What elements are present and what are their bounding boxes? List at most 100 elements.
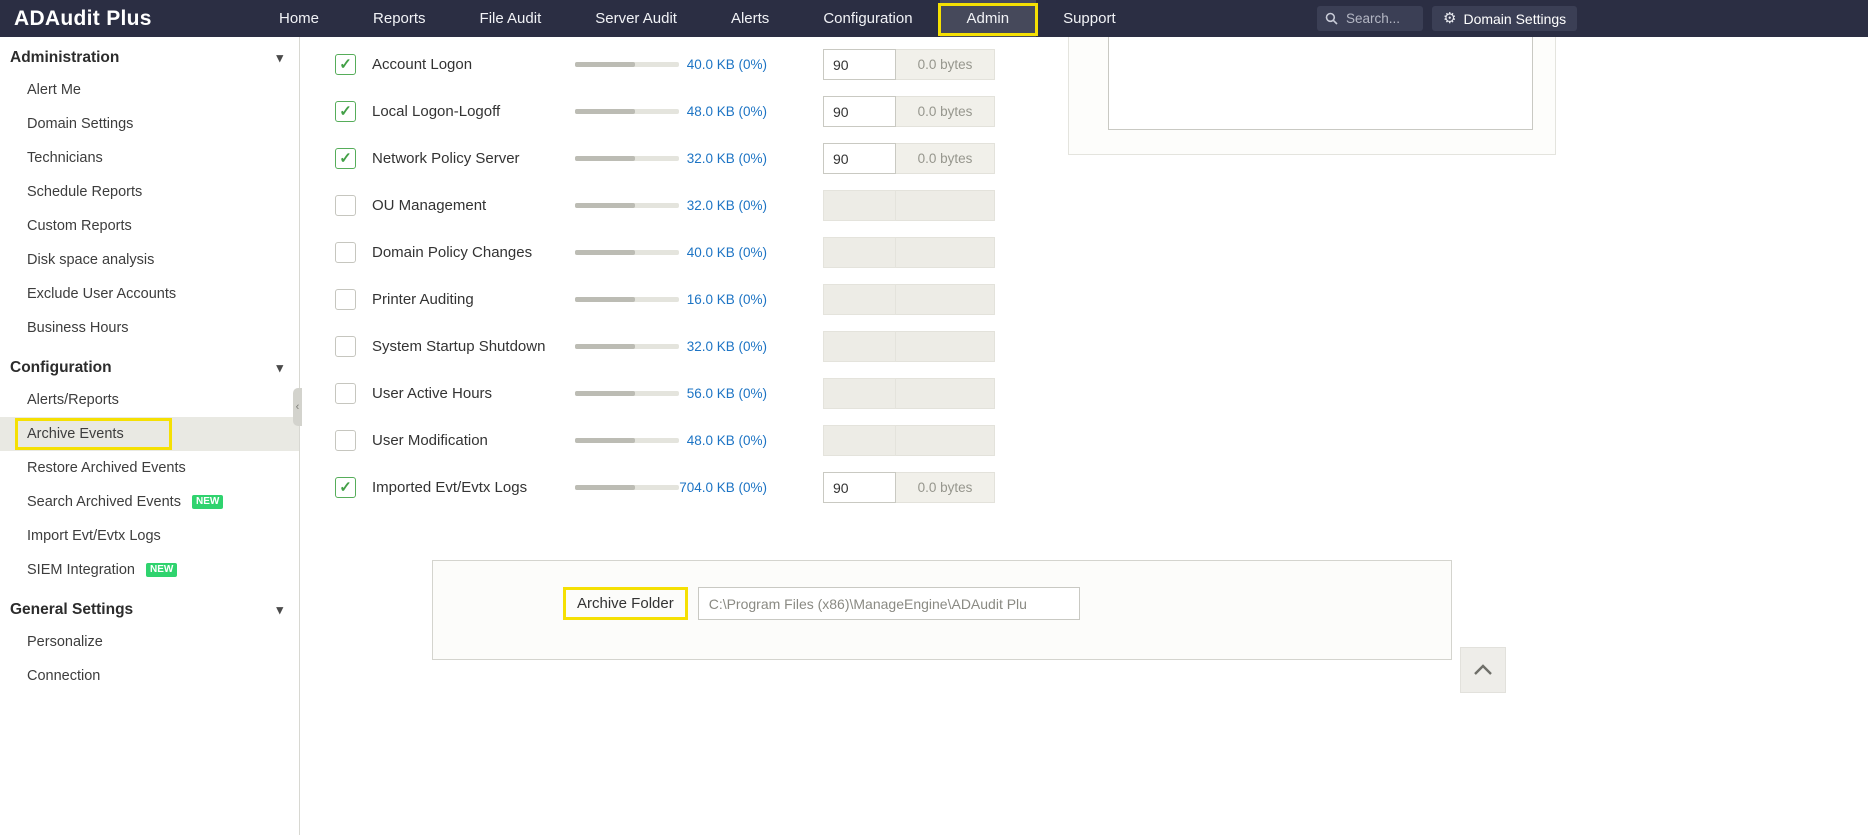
check-icon: ✓ [339,104,352,119]
row-checkbox[interactable]: ✓ [335,430,356,451]
bytes-value [896,331,995,362]
row-label: Imported Evt/Evtx Logs [372,479,575,496]
archive-folder-input[interactable] [698,587,1080,620]
sidebar-section-general-settings[interactable]: General Settings ▾ [0,595,299,625]
nav-file-audit[interactable]: File Audit [453,0,569,37]
sidebar-item-archive-events[interactable]: Archive Events [0,417,299,451]
row-checkbox[interactable]: ✓ [335,336,356,357]
retention-days-input[interactable] [823,96,896,127]
row-label: OU Management [372,197,575,214]
progress-bar [575,62,679,67]
size-value: 704.0 KB (0%) [679,480,767,495]
table-row: ✓ Local Logon-Logoff 48.0 KB (0%) 0.0 by… [330,88,995,135]
row-checkbox[interactable]: ✓ [335,289,356,310]
nav-configuration[interactable]: Configuration [796,0,939,37]
sidebar-item-label: Search Archived Events [27,494,181,510]
sidebar-collapse-handle[interactable]: ‹ [293,388,302,426]
sidebar: Administration ▾ Alert Me Domain Setting… [0,37,300,835]
bytes-value [896,425,995,456]
app-logo[interactable]: ADAudit Plus [14,7,152,31]
section-title-label: Administration [10,49,119,67]
row-checkbox[interactable]: ✓ [335,477,356,498]
progress-bar [575,297,679,302]
table-row: ✓ Printer Auditing 16.0 KB (0%) [330,276,995,323]
retention-days-input[interactable] [823,472,896,503]
check-icon: ✓ [339,57,352,72]
nav-server-audit[interactable]: Server Audit [568,0,704,37]
gear-icon: ⚙ [1443,11,1456,26]
row-label: Network Policy Server [372,150,575,167]
section-title-label: Configuration [10,359,112,377]
size-value: 56.0 KB (0%) [679,386,767,401]
progress-bar [575,250,679,255]
sidebar-item-import-evt-evtx-logs[interactable]: Import Evt/Evtx Logs [0,519,299,553]
size-value: 32.0 KB (0%) [679,198,767,213]
scroll-to-top-button[interactable] [1460,647,1506,693]
sidebar-item-restore-archived-events[interactable]: Restore Archived Events [0,451,299,485]
check-icon: ✓ [339,151,352,166]
progress-bar [575,438,679,443]
table-row: ✓ System Startup Shutdown 32.0 KB (0%) [330,323,995,370]
topbar: ADAudit Plus Home Reports File Audit Ser… [0,0,1868,37]
table-row: ✓ Domain Policy Changes 40.0 KB (0%) [330,229,995,276]
sidebar-item-label: Archive Events [27,426,124,442]
sidebar-item-connection[interactable]: Connection [0,659,299,693]
row-label: User Modification [372,432,575,449]
sidebar-item-exclude-user-accounts[interactable]: Exclude User Accounts [0,277,299,311]
sidebar-item-domain-settings[interactable]: Domain Settings [0,107,299,141]
size-value: 16.0 KB (0%) [679,292,767,307]
sidebar-item-label: SIEM Integration [27,562,135,578]
retention-days-input[interactable] [823,49,896,80]
bytes-value [896,378,995,409]
sidebar-item-siem-integration[interactable]: SIEM Integration NEW [0,553,299,587]
sidebar-item-custom-reports[interactable]: Custom Reports [0,209,299,243]
retention-days-input [823,237,896,268]
sidebar-item-alerts-reports[interactable]: Alerts/Reports [0,383,299,417]
chevron-down-icon: ▾ [276,360,283,376]
size-value: 32.0 KB (0%) [679,151,767,166]
row-label: User Active Hours [372,385,575,402]
nav-admin[interactable]: Admin [940,0,1037,37]
domain-settings-button[interactable]: ⚙ Domain Settings [1432,6,1577,31]
search-box[interactable] [1317,6,1423,31]
progress-bar [575,203,679,208]
row-checkbox[interactable]: ✓ [335,242,356,263]
top-right-panel [1068,37,1556,155]
bytes-value: 0.0 bytes [896,49,995,80]
chevron-up-icon [1473,664,1493,676]
sidebar-item-alert-me[interactable]: Alert Me [0,73,299,107]
top-right-panel-inner [1108,37,1533,130]
bytes-value: 0.0 bytes [896,143,995,174]
row-checkbox[interactable]: ✓ [335,148,356,169]
table-row: ✓ OU Management 32.0 KB (0%) [330,182,995,229]
retention-days-input[interactable] [823,143,896,174]
size-value: 48.0 KB (0%) [679,104,767,119]
nav-support[interactable]: Support [1036,0,1143,37]
row-checkbox[interactable]: ✓ [335,54,356,75]
sidebar-section-administration[interactable]: Administration ▾ [0,43,299,73]
nav-home[interactable]: Home [252,0,346,37]
row-label: Account Logon [372,56,575,73]
chevron-down-icon: ▾ [276,50,283,66]
sidebar-item-technicians[interactable]: Technicians [0,141,299,175]
row-checkbox[interactable]: ✓ [335,383,356,404]
row-checkbox[interactable]: ✓ [335,195,356,216]
search-input[interactable] [1344,10,1414,27]
row-checkbox[interactable]: ✓ [335,101,356,122]
bytes-value [896,284,995,315]
sidebar-item-personalize[interactable]: Personalize [0,625,299,659]
search-icon [1325,12,1338,25]
archive-category-list: ✓ Account Logon 40.0 KB (0%) 0.0 bytes ✓… [330,41,995,511]
table-row: ✓ Account Logon 40.0 KB (0%) 0.0 bytes [330,41,995,88]
sidebar-item-disk-space-analysis[interactable]: Disk space analysis [0,243,299,277]
sidebar-section-configuration[interactable]: Configuration ▾ [0,353,299,383]
section-title-label: General Settings [10,601,133,619]
main-content: ✓ Account Logon 40.0 KB (0%) 0.0 bytes ✓… [301,37,1868,835]
nav-alerts[interactable]: Alerts [704,0,796,37]
sidebar-item-schedule-reports[interactable]: Schedule Reports [0,175,299,209]
retention-days-input [823,284,896,315]
sidebar-item-business-hours[interactable]: Business Hours [0,311,299,345]
nav-reports[interactable]: Reports [346,0,453,37]
sidebar-item-search-archived-events[interactable]: Search Archived Events NEW [0,485,299,519]
check-icon: ✓ [339,480,352,495]
